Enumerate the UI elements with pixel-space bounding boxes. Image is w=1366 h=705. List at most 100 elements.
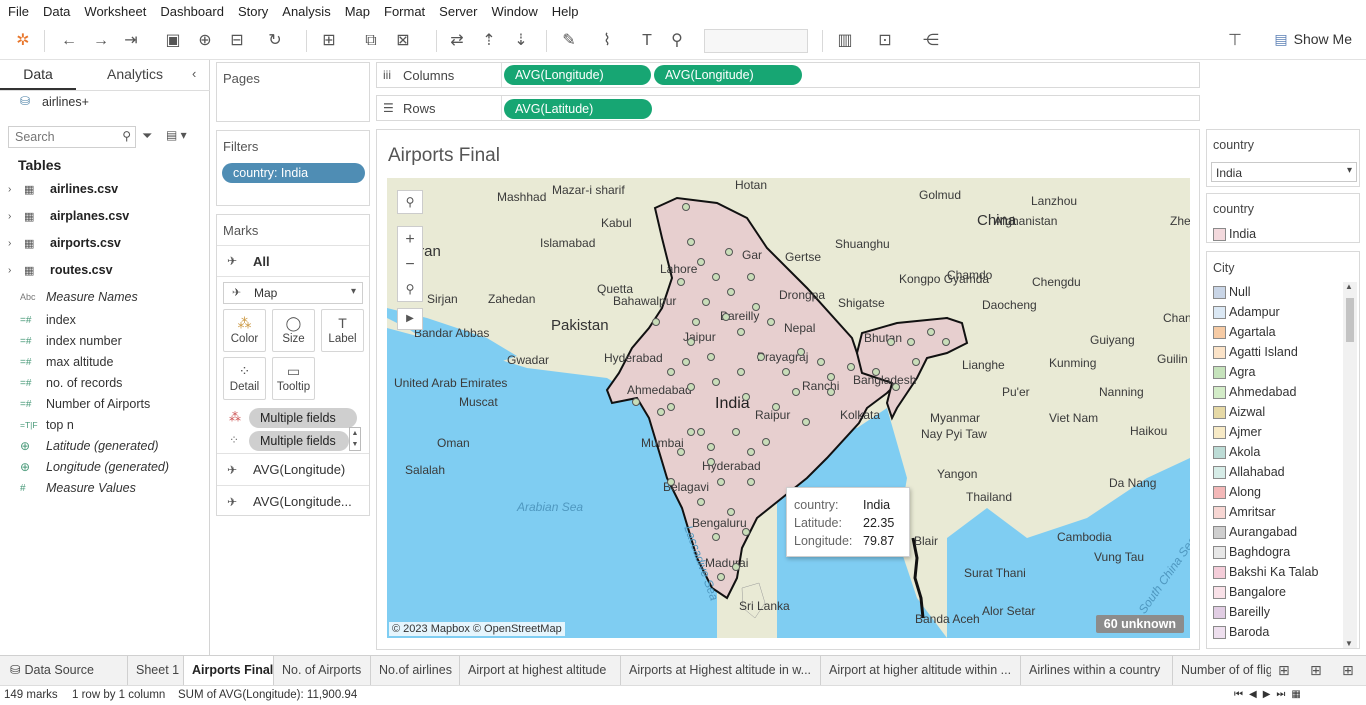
airport-mark[interactable] [912, 358, 920, 366]
pill-scroll-arrows[interactable]: ▲ ▼ [349, 427, 361, 451]
field-row[interactable]: =T|F top n [0, 415, 210, 435]
filter-pill-country[interactable]: country: India [222, 163, 365, 183]
legend-item-label[interactable]: Akola [1229, 445, 1260, 459]
marks-layer-row[interactable]: ✈ AVG(Longitude... [217, 485, 369, 516]
airport-mark[interactable] [702, 298, 710, 306]
rows-pill[interactable]: AVG(Latitude) [504, 99, 652, 119]
show-me-button[interactable]: ▤ Show Me [1274, 31, 1352, 48]
airport-mark[interactable] [712, 273, 720, 281]
legend-item-label[interactable]: Along [1229, 485, 1261, 499]
airport-mark[interactable] [732, 428, 740, 436]
airport-mark[interactable] [727, 508, 735, 516]
marks-all-row[interactable]: ✈ All [217, 245, 369, 277]
airport-mark[interactable] [887, 338, 895, 346]
legend-swatch[interactable] [1213, 446, 1226, 459]
menu-server[interactable]: Server [439, 4, 477, 19]
menu-story[interactable]: Story [238, 4, 268, 19]
mark-type-dropdown[interactable]: ✈ Map ▾ [223, 282, 363, 304]
legend-item-label[interactable]: Agra [1229, 365, 1255, 379]
tab-no-of-airlines[interactable]: No.of airlines [371, 656, 460, 686]
sort-ascending-icon[interactable]: ⇡ [478, 30, 500, 52]
legend-item-label[interactable]: Ahmedabad [1229, 385, 1296, 399]
tableau-logo-icon[interactable]: ✲ [12, 30, 34, 52]
marks-layer-row[interactable]: ✈ AVG(Longitude) [217, 453, 369, 485]
filter-fields-icon[interactable]: ⏷ [142, 128, 152, 144]
legend-item-label[interactable]: Bareilly [1229, 605, 1270, 619]
scroll-up-icon[interactable]: ▲ [1345, 282, 1353, 291]
redo-icon[interactable]: → [90, 30, 112, 52]
legend-item-label[interactable]: Aurangabad [1229, 525, 1297, 539]
legend-item-label[interactable]: Bakshi Ka Talab [1229, 565, 1318, 579]
menu-worksheet[interactable]: Worksheet [84, 4, 146, 19]
show-cards-icon[interactable]: ▥ [834, 30, 856, 52]
airport-mark[interactable] [687, 238, 695, 246]
unknown-indicator[interactable]: 60 unknown [1095, 615, 1184, 633]
legend-swatch[interactable] [1213, 228, 1226, 241]
airport-mark[interactable] [697, 258, 705, 266]
legend-swatch[interactable] [1213, 606, 1226, 619]
legend-swatch[interactable] [1213, 406, 1226, 419]
tab-airports-highest-altitude-w[interactable]: Airports at Highest altitude in w... [621, 656, 821, 686]
airport-mark[interactable] [782, 368, 790, 376]
datasource-name[interactable]: airlines+ [42, 95, 89, 109]
legend-swatch[interactable] [1213, 386, 1226, 399]
map-attribution[interactable]: © 2023 Mapbox © OpenStreetMap [389, 622, 565, 636]
airport-mark[interactable] [677, 278, 685, 286]
airport-mark[interactable] [652, 318, 660, 326]
airport-mark[interactable] [892, 383, 900, 391]
map-view[interactable]: Hotan Golmud Lanzhou Mashhad Mazar-i sharif K… [387, 178, 1190, 638]
swap-rows-columns-icon[interactable]: ⇄ [446, 30, 468, 52]
save-icon[interactable]: ▣ [162, 30, 184, 52]
airport-mark[interactable] [767, 318, 775, 326]
airport-mark[interactable] [802, 418, 810, 426]
highlight-icon[interactable]: ✎ [558, 30, 580, 52]
table-row[interactable]: › ▦ airports.csv [0, 231, 210, 255]
new-story-tab-icon[interactable]: ⊞ [1342, 662, 1354, 679]
pages-shelf[interactable]: Pages [216, 62, 370, 122]
legend-swatch[interactable] [1213, 426, 1226, 439]
undo-icon[interactable]: ← [58, 30, 80, 52]
fit-dropdown[interactable] [704, 29, 808, 53]
airport-mark[interactable] [757, 353, 765, 361]
field-row[interactable]: ⊕ Latitude (generated) [0, 436, 210, 456]
pin-map-button[interactable]: ⚲ [398, 277, 422, 301]
duplicate-sheet-icon[interactable]: ⧉ [360, 30, 382, 52]
marks-field-pill[interactable]: Multiple fields [249, 408, 357, 428]
field-row[interactable]: =# no. of records [0, 373, 210, 393]
airport-mark[interactable] [737, 368, 745, 376]
airport-mark[interactable] [752, 303, 760, 311]
refresh-icon[interactable]: ↻ [264, 30, 286, 52]
new-datasource-icon[interactable]: ⊕ [194, 30, 216, 52]
menu-window[interactable]: Window [491, 4, 537, 19]
legend-swatch[interactable] [1213, 326, 1226, 339]
airport-mark[interactable] [707, 353, 715, 361]
tab-sheet-1[interactable]: Sheet 1 [128, 656, 184, 686]
rows-shelf[interactable]: ☰ Rows AVG(Latitude) [376, 95, 1200, 121]
menu-file[interactable]: File [8, 4, 29, 19]
legend-item-label[interactable]: Amritsar [1229, 505, 1276, 519]
show-labels-icon[interactable]: T [636, 30, 658, 52]
legend-swatch[interactable] [1213, 486, 1226, 499]
legend-item-label[interactable]: Baghdogra [1229, 545, 1290, 559]
color-button[interactable]: ⁂ Color [223, 309, 266, 352]
group-members-icon[interactable]: ⌇ [596, 30, 618, 52]
airport-mark[interactable] [682, 358, 690, 366]
airport-mark[interactable] [747, 478, 755, 486]
tab-airport-higher-altitude[interactable]: Airport at higher altitude within ... [821, 656, 1021, 686]
map-toolbar-expand-button[interactable]: ▶ [397, 308, 423, 330]
presentation-mode-icon[interactable]: ⊡ [874, 30, 896, 52]
legend-swatch[interactable] [1213, 546, 1226, 559]
menu-format[interactable]: Format [384, 4, 425, 19]
tab-analytics[interactable]: Analytics [76, 60, 194, 90]
legend-item-label[interactable]: Bangalore [1229, 585, 1286, 599]
legend-item-label[interactable]: Allahabad [1229, 465, 1285, 479]
airport-mark[interactable] [712, 533, 720, 541]
columns-shelf[interactable]: iii Columns AVG(Longitude) AVG(Longitude… [376, 62, 1200, 88]
airport-mark[interactable] [667, 403, 675, 411]
legend-item-label[interactable]: Agatti Island [1229, 345, 1298, 359]
legend-scroll-thumb[interactable] [1346, 298, 1354, 342]
airport-mark[interactable] [942, 338, 950, 346]
airport-mark[interactable] [727, 288, 735, 296]
airport-mark[interactable] [742, 393, 750, 401]
legend-scrollbar[interactable]: ▲ ▼ [1343, 282, 1357, 648]
